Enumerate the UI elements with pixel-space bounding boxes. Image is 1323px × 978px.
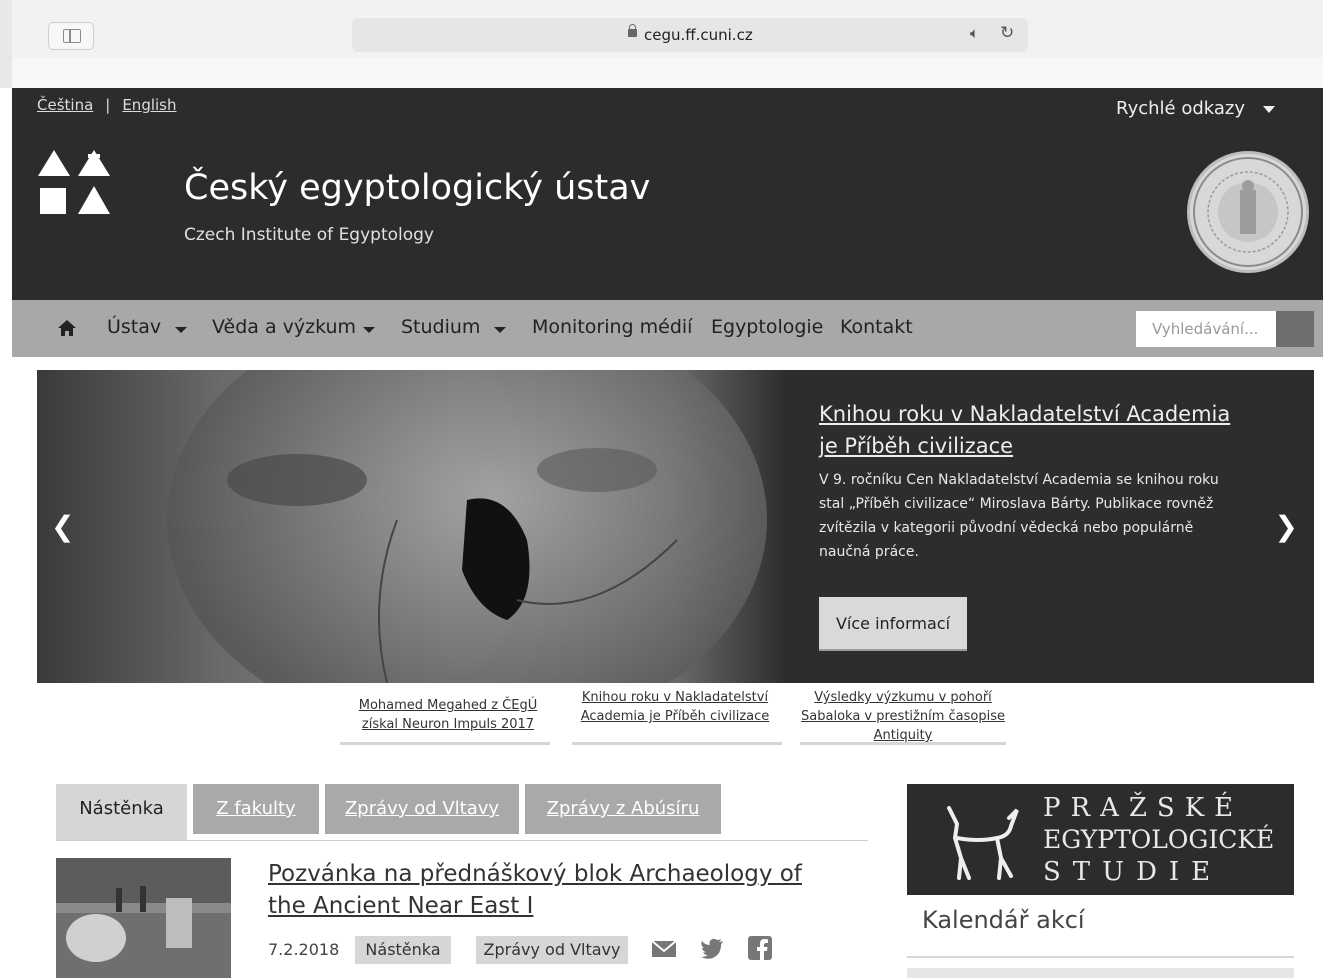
tab-zpravy-z-abusiru[interactable]: Zprávy z Abúsíru: [525, 784, 721, 834]
logo-triangle-3: [78, 186, 110, 214]
university-seal-icon[interactable]: [1187, 151, 1309, 273]
article-photo: [56, 858, 231, 978]
tab-z-fakulty[interactable]: Z fakulty: [193, 784, 319, 834]
thumbnail-link-1[interactable]: Mohamed Megahed z ČEgÚ získal Neuron Imp…: [343, 696, 553, 734]
site-title[interactable]: Český egyptologický ústav: [184, 168, 650, 208]
article-title-link[interactable]: Pozvánka na přednáškový blok Archaeology…: [268, 858, 828, 922]
thumbnail-indicator-3[interactable]: [800, 742, 1006, 745]
twitter-icon[interactable]: [700, 936, 724, 960]
search-button[interactable]: [1276, 311, 1314, 347]
carousel-image: [37, 370, 782, 683]
nav-item-egyptologie[interactable]: Egyptologie: [711, 316, 823, 338]
logo-triangle-1: [38, 150, 70, 176]
carousel-next-icon[interactable]: ❯: [1275, 510, 1298, 543]
institute-logo[interactable]: [38, 150, 114, 218]
site-header: Čeština | English Rychlé odkazy Český egyp…: [12, 88, 1323, 300]
nav-item-kontakt[interactable]: Kontakt: [840, 316, 913, 338]
quick-links-dropdown[interactable]: Rychlé odkazy: [1116, 98, 1275, 119]
browser-chrome: cegu.ff.cuni.cz 🔈︎ ↻: [0, 0, 1323, 88]
search-input[interactable]: [1136, 311, 1276, 347]
tab-zpravy-od-vltavy[interactable]: Zprávy od Vltavy: [325, 784, 519, 834]
calendar-divider: [907, 956, 1294, 958]
hero-carousel: ❮ ❯ Knihou roku v Nakladatelství Academi…: [37, 370, 1314, 683]
banner-line-2: EGYPTOLOGICKÉ: [1043, 825, 1275, 854]
nav-item-studium[interactable]: Studium: [401, 316, 480, 338]
calendar-header-bar: [907, 968, 1294, 978]
sidebar-icon: [63, 29, 81, 43]
nav-item-ustav[interactable]: Ústav: [107, 316, 161, 338]
thumbnail-link-2[interactable]: Knihou roku v Nakladatelství Academia je…: [570, 688, 780, 726]
thumbnail-link-3[interactable]: Výsledky výzkumu v pohoří Sabaloka v pre…: [798, 688, 1008, 745]
tag-nastenka[interactable]: Nástěnka: [355, 936, 451, 964]
sidebar-toggle-button[interactable]: [48, 22, 94, 50]
language-czech-link[interactable]: Čeština: [37, 96, 93, 114]
language-separator: |: [105, 96, 111, 114]
prague-egyptological-studies-banner[interactable]: PRAŽSKÉ EGYPTOLOGICKÉ STUDIE: [907, 784, 1294, 895]
address-bar[interactable]: cegu.ff.cuni.cz 🔈︎ ↻: [352, 18, 1028, 52]
main-navigation: Ústav Věda a výzkum Studium Monitoring m…: [12, 300, 1323, 357]
site-subtitle: Czech Institute of Egyptology: [184, 225, 434, 245]
browser-toolbar: cegu.ff.cuni.cz 🔈︎ ↻: [12, 0, 1323, 59]
facebook-icon[interactable]: [748, 936, 772, 960]
article-thumbnail[interactable]: [56, 858, 231, 978]
article-date: 7.2.2018: [268, 940, 340, 959]
slide-description: V 9. ročníku Cen Nakladatelství Academia…: [819, 472, 1219, 560]
language-switcher: Čeština | English: [37, 96, 177, 114]
seal-graphic: [1193, 157, 1303, 267]
events-calendar-heading: Kalendář akcí: [922, 906, 1085, 934]
banner-line-3: STUDIE: [1043, 857, 1223, 887]
lock-icon: [628, 24, 637, 37]
thumbnail-indicator-2[interactable]: [572, 742, 782, 745]
logo-square: [40, 188, 66, 214]
thumbnail-indicator-1[interactable]: [340, 742, 550, 745]
speaker-icon[interactable]: 🔈︎: [970, 24, 979, 42]
nav-item-veda[interactable]: Věda a výzkum: [212, 316, 356, 338]
url-text: cegu.ff.cuni.cz: [644, 26, 753, 44]
more-info-button[interactable]: Více informací: [819, 597, 967, 649]
language-english-link[interactable]: English: [122, 96, 176, 114]
chevron-down-icon[interactable]: [175, 327, 187, 333]
jackal-icon: [947, 806, 1019, 880]
home-icon[interactable]: [58, 320, 76, 336]
logo-bar: [88, 154, 100, 158]
reload-icon[interactable]: ↻: [1000, 23, 1014, 43]
logo-triangle-2: [78, 150, 110, 176]
banner-line-1: PRAŽSKÉ: [1043, 793, 1244, 823]
caret-down-icon: [1263, 105, 1275, 113]
carousel-prev-icon[interactable]: ❮: [51, 510, 74, 543]
slide-title-link[interactable]: Knihou roku v Nakladatelství Academia je…: [819, 398, 1239, 462]
tab-nastenka[interactable]: Nástěnka: [56, 784, 187, 840]
chevron-down-icon[interactable]: [363, 327, 375, 333]
tag-zpravy-od-vltavy[interactable]: Zprávy od Vltavy: [476, 936, 628, 964]
quick-links-label: Rychlé odkazy: [1116, 98, 1245, 119]
email-icon[interactable]: [652, 936, 676, 960]
nav-item-monitoring[interactable]: Monitoring médií: [532, 316, 692, 338]
banner-text: PRAŽSKÉ EGYPTOLOGICKÉ STUDIE: [1043, 792, 1283, 888]
news-tabs: Nástěnka Z fakulty Zprávy od Vltavy Zprá…: [56, 784, 868, 841]
browser-tab-strip: [12, 58, 1323, 88]
chevron-down-icon[interactable]: [494, 327, 506, 333]
